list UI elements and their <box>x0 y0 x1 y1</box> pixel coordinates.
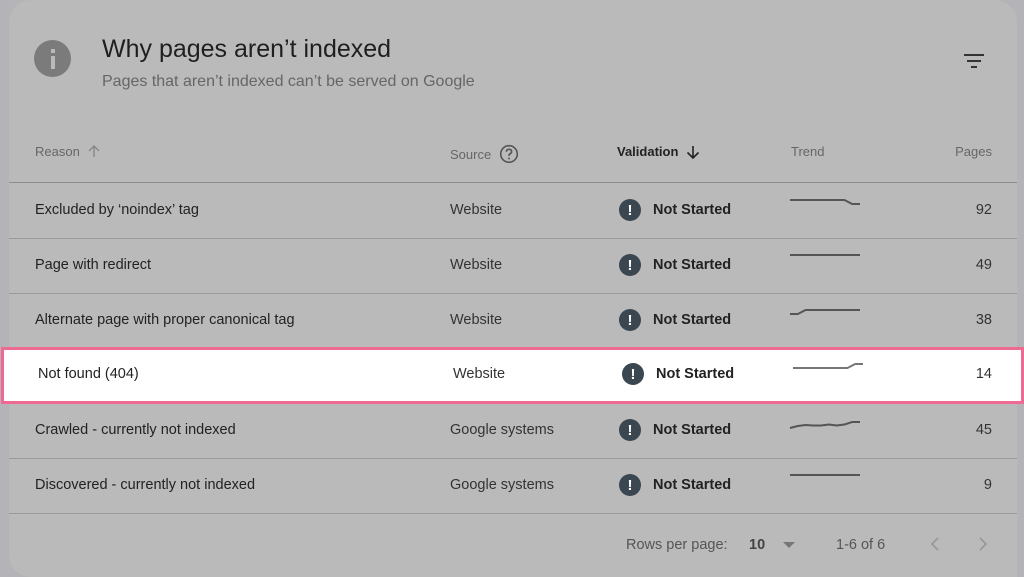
page-subtitle: Pages that aren’t indexed can’t be serve… <box>102 73 475 90</box>
table-header: Reason Source Validation Trend Pages <box>9 125 1017 183</box>
pages-cell: 38 <box>975 312 992 328</box>
trend-sparkline <box>790 254 860 256</box>
table-row[interactable]: Not found (404) Website! Not Started 14 <box>1 347 1024 404</box>
validation-status: Not Started <box>653 422 732 438</box>
pagination-range: 1-6 of 6 <box>836 537 886 553</box>
previous-page-button[interactable] <box>923 532 947 556</box>
column-label: Trend <box>791 144 825 159</box>
column-header-pages[interactable]: Pages <box>955 144 992 159</box>
filter-button[interactable] <box>964 50 990 72</box>
pages-cell: 49 <box>975 257 992 273</box>
source-cell: Google systems <box>450 422 554 438</box>
pages-cell: 14 <box>975 366 992 382</box>
reason-cell: Not found (404) <box>38 366 139 382</box>
trend-line <box>793 363 863 369</box>
filter-icon-line <box>967 60 981 62</box>
table-row[interactable]: Crawled - currently not indexed Google sy… <box>9 404 1017 459</box>
pages-cell: 9 <box>983 477 992 493</box>
validation-status: Not Started <box>653 257 732 273</box>
trend-line <box>789 421 860 429</box>
warning-icon: ! <box>622 363 644 385</box>
trend-sparkline <box>789 421 860 429</box>
validation-cell: ! Not Started <box>622 363 734 385</box>
source-cell: Website <box>450 257 503 273</box>
warning-icon: ! <box>619 474 641 496</box>
table-row[interactable]: Excluded by ‘noindex’ tag Website! Not Sta… <box>9 184 1017 239</box>
validation-status: Not Started <box>653 477 732 493</box>
indexing-card: Why pages aren’t indexed Pages that aren… <box>1 0 1024 577</box>
validation-status: Not Started <box>653 202 732 218</box>
warning-icon: ! <box>619 419 641 441</box>
column-label: Reason <box>35 144 80 159</box>
trend-line <box>790 309 860 315</box>
trend-cell <box>789 416 861 442</box>
trend-sparkline <box>790 309 860 315</box>
validation-cell: ! Not Started <box>619 419 731 441</box>
column-header-source[interactable]: Source <box>450 144 519 164</box>
trend-cell <box>789 196 861 222</box>
reason-cell: Page with redirect <box>35 257 152 273</box>
next-page-button[interactable] <box>971 532 995 556</box>
caret-down-icon <box>783 542 796 548</box>
trend-sparkline <box>790 199 860 205</box>
filter-icon <box>964 54 984 56</box>
filter-icon-line <box>971 66 977 68</box>
table-row[interactable]: Page with redirect Website! Not Started 49 <box>9 239 1017 294</box>
column-label: Validation <box>617 144 679 159</box>
rows-per-page-value: 10 <box>749 537 766 553</box>
source-cell: Website <box>450 312 503 328</box>
trend-sparkline <box>790 474 860 476</box>
reason-cell: Excluded by ‘noindex’ tag <box>35 202 199 218</box>
page-title: Why pages aren’t indexed <box>102 35 392 63</box>
help-icon[interactable] <box>499 144 519 164</box>
table-row[interactable]: Alternate page with proper canonical tag… <box>9 294 1017 349</box>
rows-per-page-label: Rows per page: <box>626 537 728 553</box>
validation-status: Not Started <box>656 366 735 382</box>
trend-cell <box>792 360 864 386</box>
warning-icon: ! <box>619 254 641 276</box>
warning-icon: ! <box>619 309 641 331</box>
reason-cell: Crawled - currently not indexed <box>35 422 236 438</box>
trend-line <box>790 199 860 205</box>
trend-sparkline <box>793 363 863 369</box>
reason-cell: Alternate page with proper canonical tag <box>35 312 295 328</box>
card-header: Why pages aren’t indexed Pages that aren… <box>9 0 1017 120</box>
validation-cell: ! Not Started <box>619 254 731 276</box>
chevron-right-icon <box>979 537 988 551</box>
column-header-validation[interactable]: Validation <box>617 144 700 159</box>
chevron-left-icon <box>930 537 939 551</box>
trend-cell <box>789 251 861 277</box>
column-label: Pages <box>955 144 992 159</box>
rows-per-page-select[interactable]: 10 <box>749 537 796 553</box>
source-cell: Google systems <box>450 477 554 493</box>
source-cell: Website <box>453 366 506 382</box>
source-cell: Website <box>450 202 503 218</box>
reason-cell: Discovered - currently not indexed <box>35 477 256 493</box>
arrow-down-icon <box>687 145 700 159</box>
validation-cell: ! Not Started <box>619 474 731 496</box>
trend-cell <box>789 471 861 497</box>
column-header-reason[interactable]: Reason <box>35 144 100 159</box>
column-label: Source <box>450 146 492 162</box>
pages-cell: 45 <box>975 422 992 438</box>
validation-cell: ! Not Started <box>619 199 731 221</box>
column-header-trend: Trend <box>791 144 824 159</box>
warning-icon: ! <box>619 199 641 221</box>
table-row[interactable]: Discovered - currently not indexed Google… <box>9 459 1017 514</box>
pages-cell: 92 <box>975 202 992 218</box>
pagination-footer: Rows per page: 10 1-6 of 6 <box>9 520 1017 570</box>
validation-cell: ! Not Started <box>619 309 731 331</box>
trend-cell <box>789 306 861 332</box>
validation-status: Not Started <box>653 312 732 328</box>
info-icon <box>34 40 71 77</box>
arrow-up-icon <box>88 145 100 157</box>
